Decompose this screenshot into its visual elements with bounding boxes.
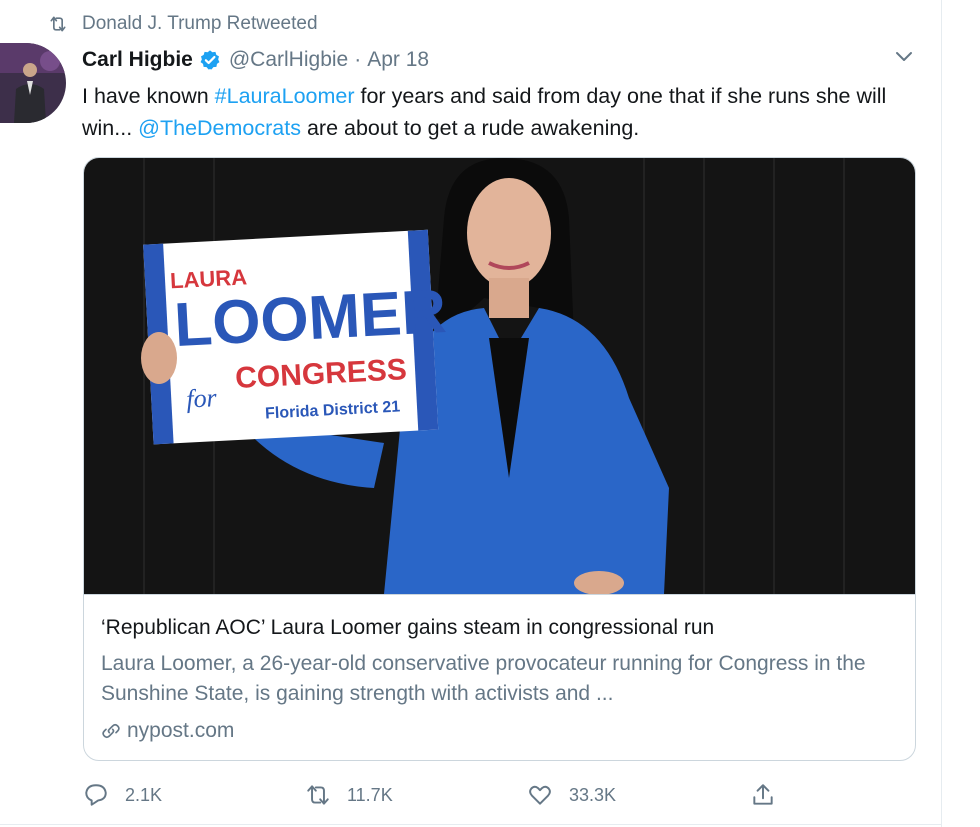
heart-icon — [529, 785, 551, 805]
tweet-bottom-border — [0, 824, 941, 825]
chevron-down-icon[interactable] — [892, 44, 916, 68]
verified-badge-icon — [200, 50, 220, 70]
tweet-date[interactable]: Apr 18 — [367, 48, 429, 72]
share-icon — [753, 784, 773, 805]
author-handle[interactable]: @CarlHigbie — [229, 48, 348, 72]
retweet-icon — [50, 16, 66, 32]
mention-link[interactable]: @TheDemocrats — [138, 116, 301, 140]
timeline-right-border — [941, 0, 942, 827]
card-description: Laura Loomer, a 26-year-old conservative… — [101, 652, 866, 705]
retweet-context-text[interactable]: Donald J. Trump Retweeted — [82, 13, 318, 35]
like-count: 33.3K — [569, 784, 617, 805]
reply-icon — [85, 784, 107, 806]
tweet-text: I have known #LauraLoomer for years and … — [82, 80, 922, 144]
tweet-header: Carl Higbie @CarlHigbie · Apr 18 — [82, 44, 429, 76]
sign-text-line3: for — [186, 383, 219, 414]
reply-count: 2.1K — [125, 784, 163, 805]
retweet-icon — [307, 785, 329, 805]
reply-button[interactable]: 2.1K — [83, 780, 162, 810]
tweet-actions: 2.1K 11.7K 33.3K — [0, 780, 941, 810]
retweet-count: 11.7K — [347, 784, 393, 805]
card-title: ‘Republican AOC’ Laura Loomer gains stea… — [101, 616, 715, 639]
card-domain: nypost.com — [101, 719, 234, 743]
like-button[interactable]: 33.3K — [527, 780, 616, 810]
header-separator: · — [354, 48, 362, 71]
sign-text-line2: LOOMER — [173, 277, 448, 360]
retweet-context: Donald J. Trump Retweeted — [48, 12, 318, 36]
tweet-text-part: are about to get a rude awakening. — [300, 116, 640, 140]
link-preview-card[interactable]: LAURA LOOMER for CONGRESS Florida Distri… — [83, 157, 916, 761]
author-display-name[interactable]: Carl Higbie — [82, 48, 193, 72]
card-domain-text: nypost.com — [127, 719, 235, 742]
avatar-image — [0, 43, 66, 123]
tweet-text-part: I have known — [82, 84, 215, 108]
link-icon — [102, 723, 120, 739]
share-button[interactable] — [750, 780, 776, 810]
hashtag-link[interactable]: #LauraLoomer — [215, 84, 355, 108]
retweet-button[interactable]: 11.7K — [305, 780, 393, 810]
card-body: ‘Republican AOC’ Laura Loomer gains stea… — [84, 594, 915, 760]
card-image: LAURA LOOMER for CONGRESS Florida Distri… — [84, 158, 915, 594]
avatar[interactable] — [0, 43, 66, 123]
